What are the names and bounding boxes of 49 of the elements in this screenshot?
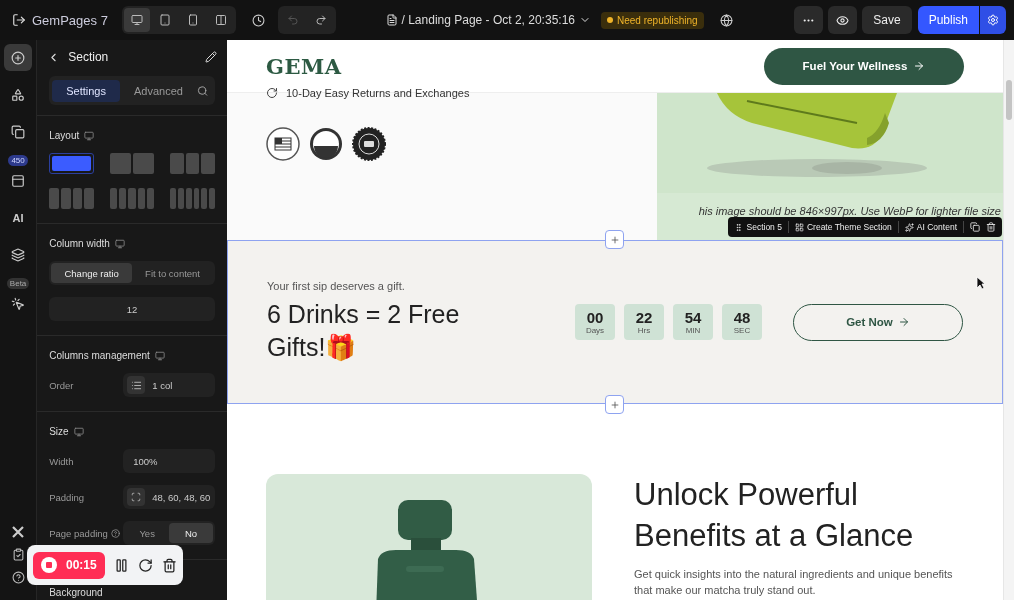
publish-button[interactable]: Publish (917, 6, 979, 34)
status-badge: Need republishing (601, 11, 704, 29)
field-label: Page padding (49, 527, 108, 539)
countdown-value: 22 (635, 309, 653, 326)
padding-field[interactable]: 48, 60, 48, 60 (123, 485, 215, 509)
field-label: Order (49, 379, 75, 391)
section-label: Size (49, 426, 69, 437)
countdown-value: 00 (586, 309, 604, 326)
section-label: Columns management (49, 350, 150, 361)
toggle-option[interactable]: No (169, 523, 213, 543)
promo-section[interactable]: Your first sip deserves a gift. 6 Drinks = 2 Free Gifts!🎁 00 Days 22 Hrs 54 MIN 48 SEC Get Now (227, 240, 1003, 404)
panel-tab[interactable]: Settings (52, 79, 120, 102)
countdown-unit: Hrs (637, 325, 651, 335)
section-label: Layout (49, 130, 80, 141)
ai-button[interactable]: AI (4, 204, 33, 231)
feature-text: 10-Day Easy Returns and Exchanges (286, 87, 470, 99)
field-label: Padding (49, 491, 86, 503)
count-badge: 450 (8, 155, 28, 166)
countdown-unit: Days (585, 325, 605, 335)
field-label: Width (49, 455, 75, 467)
benefits-text: Get quick insights into the natural ingredients and unique benefits that make our matcha truly stand out. (634, 567, 954, 598)
app-title: GemPages 7 (32, 12, 108, 28)
stop-recording-button[interactable]: 00:15 (33, 551, 105, 579)
page-title[interactable]: / Landing Page - Oct 2, 20:35:16 (401, 13, 575, 27)
promo-eyebrow: Your first sip deserves a gift. (267, 280, 406, 292)
countdown-value: 48 (733, 309, 751, 326)
section-label: Column width (49, 238, 110, 249)
brand-logo[interactable]: GEMA (266, 53, 342, 79)
section-label: Background (49, 587, 103, 598)
save-button[interactable]: Save (862, 6, 912, 34)
order-field[interactable]: 1 col (123, 373, 215, 397)
toggle-option[interactable]: Change ratio (51, 263, 133, 283)
image-size-hint: his image should be 846×997px. Use WebP for lighter file size (698, 205, 1001, 217)
toggle-option[interactable]: Fit to content (132, 263, 213, 283)
benefits-title: Unlock Powerful Benefits at a Glance (634, 476, 915, 555)
create-theme-section-button[interactable]: Create Theme Section (794, 222, 892, 232)
section-handle[interactable]: Section 5 (734, 222, 782, 232)
width-field[interactable]: 100% (123, 449, 215, 473)
toggle-option[interactable]: Yes (125, 523, 170, 543)
countdown-unit: SEC (733, 325, 751, 335)
column-width-field[interactable]: 12 (49, 297, 215, 321)
ai-content-button[interactable]: AI Content (904, 222, 957, 232)
cta-button[interactable]: Fuel Your Wellness (764, 47, 964, 85)
count-badge: Beta (6, 278, 30, 289)
panel-tab[interactable]: Advanced (119, 79, 197, 102)
countdown-unit: MIN (685, 325, 701, 335)
panel-title: Section (68, 50, 110, 64)
countdown-value: 54 (684, 309, 702, 326)
promo-title: 6 Drinks = 2 Free Gifts!🎁 (267, 299, 461, 363)
